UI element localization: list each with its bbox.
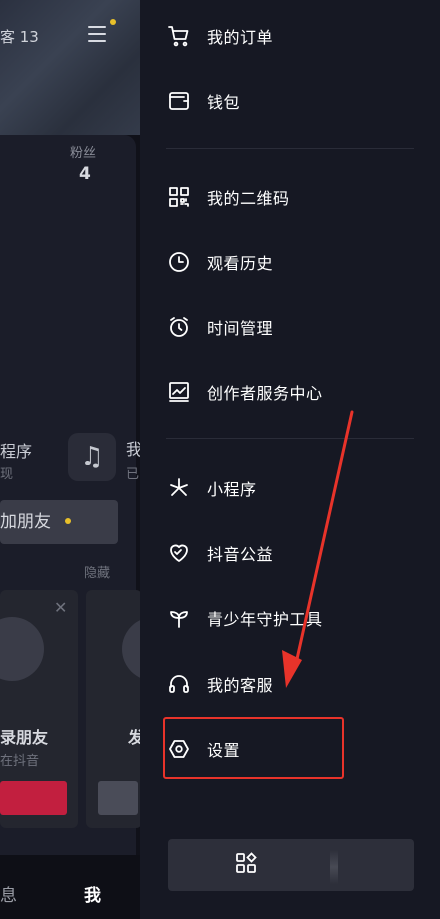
menu-icon[interactable] (88, 26, 106, 42)
menu-item-wallet[interactable]: 钱包 (166, 79, 416, 123)
menu-item-label: 我的客服 (207, 676, 274, 695)
card-title: 录朋友 (0, 728, 49, 747)
menu-item-label: 观看历史 (207, 254, 274, 273)
close-icon[interactable]: ✕ (54, 598, 67, 617)
mini-program-sub: 现 (0, 467, 14, 482)
qrcode-icon (166, 184, 192, 210)
profile-header-banner (0, 0, 140, 135)
menu-item-label: 钱包 (207, 93, 241, 112)
asterisk-icon (166, 475, 192, 501)
hide-link[interactable]: 隐藏 (84, 562, 110, 581)
menu-item-orders[interactable]: 我的订单 (166, 14, 416, 58)
bottom-tab-bar (0, 855, 140, 919)
add-friends-button[interactable]: 加朋友 (0, 500, 118, 544)
menu-item-history[interactable]: 观看历史 (166, 240, 416, 284)
tab-messages[interactable]: 息 (0, 881, 17, 906)
follow-button[interactable] (0, 781, 67, 815)
section-divider (166, 148, 414, 149)
menu-item-charity[interactable]: 抖音公益 (166, 531, 416, 575)
sprout-icon (166, 605, 192, 631)
card-subtitle: 在抖音 (0, 754, 40, 769)
menu-item-mini-programs[interactable]: 小程序 (166, 466, 416, 510)
menu-item-label: 时间管理 (207, 319, 274, 338)
menu-item-label: 小程序 (207, 480, 257, 499)
music-sub: 已 (126, 467, 140, 482)
menu-item-label: 我的二维码 (207, 189, 290, 208)
chart-icon (166, 379, 192, 405)
cart-icon (166, 23, 192, 49)
more-apps-button[interactable] (168, 839, 414, 891)
menu-item-label: 创作者服务中心 (207, 384, 323, 403)
notification-dot (110, 19, 116, 25)
menu-item-qrcode[interactable]: 我的二维码 (166, 175, 416, 219)
menu-item-label: 青少年守护工具 (207, 610, 323, 629)
headset-icon (166, 671, 192, 697)
follow-button[interactable] (98, 781, 138, 815)
menu-item-youth-protection[interactable]: 青少年守护工具 (166, 596, 416, 640)
menu-item-customer-service[interactable]: 我的客服 (166, 662, 416, 706)
scroll-indicator (330, 850, 338, 884)
menu-item-time-management[interactable]: 时间管理 (166, 305, 416, 349)
side-drawer: 我的订单 钱包 我的二维码 观看历史 时间管理 创作者服务中心 小程序 抖音公益… (140, 0, 440, 919)
tab-me[interactable]: 我 (84, 881, 101, 906)
annotation-highlight-box (163, 717, 344, 779)
add-friends-dot (65, 518, 71, 524)
fans-count: 4 (79, 164, 91, 184)
menu-item-label: 抖音公益 (207, 545, 274, 564)
more-apps-icon (234, 851, 258, 879)
section-divider (166, 438, 414, 439)
mini-program-label: 程序 (0, 442, 33, 461)
clock-icon (166, 249, 192, 275)
add-friends-label: 加朋友 (0, 512, 51, 532)
menu-item-creator-center[interactable]: 创作者服务中心 (166, 370, 416, 414)
menu-item-label: 我的订单 (207, 28, 274, 47)
music-note-icon[interactable]: ♫ (68, 433, 116, 481)
wallet-icon (166, 88, 192, 114)
heart-icon (166, 540, 192, 566)
alarm-icon (166, 314, 192, 340)
fans-label: 粉丝 (70, 146, 97, 161)
visitors-count: 客 13 (0, 28, 39, 46)
